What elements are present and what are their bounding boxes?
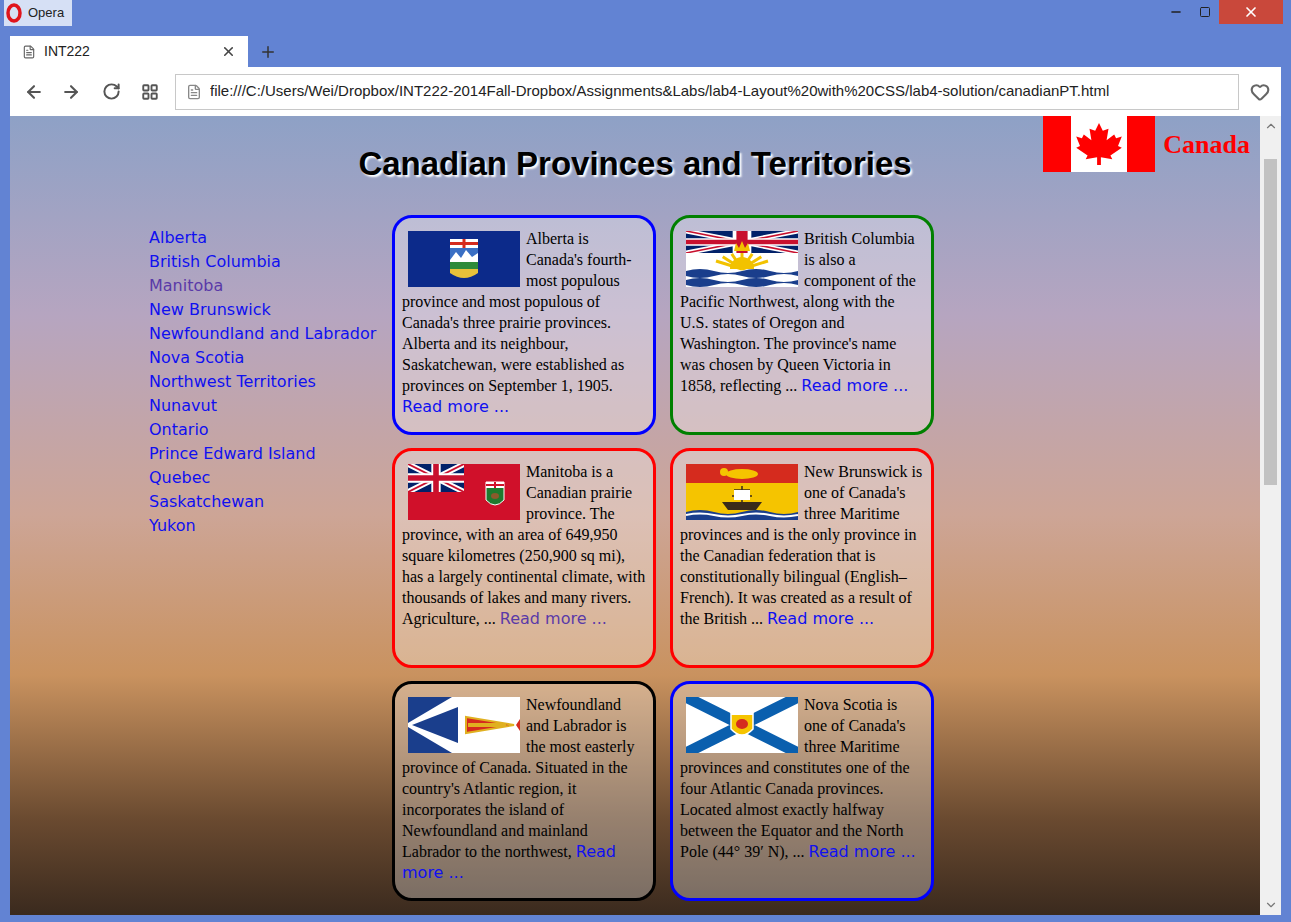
flag-image <box>686 697 798 753</box>
tab-strip: INT222 <box>0 30 1291 67</box>
province-card: British Columbia is also a component of … <box>670 215 934 435</box>
speed-dial-icon[interactable] <box>141 83 159 101</box>
maximize-icon <box>1199 6 1211 18</box>
province-nav: Alberta British Columbia Manitoba New Bruns… <box>149 215 392 538</box>
page-icon <box>186 84 202 100</box>
nav-item: Yukon <box>149 514 392 538</box>
brand-logo[interactable]: Canada <box>1043 128 1250 160</box>
title-bar: Opera <box>0 0 1291 30</box>
flag-image <box>408 464 520 520</box>
nav-link[interactable]: Quebec <box>149 468 210 487</box>
province-card: Alberta is Canada's fourth-most populous… <box>392 215 656 435</box>
page-icon <box>22 45 36 59</box>
nav-link[interactable]: Alberta <box>149 228 207 247</box>
address-field[interactable]: file:///C:/Users/Wei/Dropbox/INT222-2014… <box>175 74 1239 110</box>
nav-link[interactable]: Ontario <box>149 420 209 439</box>
nova-scotia-flag-icon <box>686 697 798 753</box>
browser-tab[interactable]: INT222 <box>10 36 248 67</box>
british-columbia-flag-icon <box>686 231 798 287</box>
province-card: Nova Scotia is one of Canada's three Mar… <box>670 681 934 901</box>
read-more-link[interactable]: Read more ... <box>402 397 509 416</box>
nav-item: Nunavut <box>149 394 392 418</box>
nav-item: Quebec <box>149 466 392 490</box>
nav-link[interactable]: Northwest Territories <box>149 372 316 391</box>
nav-link[interactable]: Newfoundland and Labrador <box>149 324 376 343</box>
maximize-button[interactable] <box>1191 0 1219 24</box>
bookmark-button[interactable] <box>1239 82 1281 102</box>
nav-link[interactable]: Saskatchewan <box>149 492 264 511</box>
newfoundland-flag-icon <box>408 697 520 753</box>
read-more-link[interactable]: Read more ... <box>809 842 916 861</box>
manitoba-flag-icon <box>408 464 520 520</box>
opera-logo-icon <box>6 3 22 23</box>
back-icon[interactable] <box>24 82 44 102</box>
new-brunswick-flag-icon <box>686 464 798 520</box>
minimize-icon <box>1169 5 1183 19</box>
province-card: New Brunswick is one of Canada's three M… <box>670 448 934 668</box>
nav-link[interactable]: New Brunswick <box>149 300 271 319</box>
nav-item: Newfoundland and Labrador <box>149 322 392 346</box>
page-body: Alberta British Columbia Manitoba New Bruns… <box>10 215 1260 901</box>
read-more-link[interactable]: Read more ... <box>767 609 874 628</box>
card-grid: Alberta is Canada's fourth-most populous… <box>392 215 934 901</box>
viewport: Canadian Provinces and Territories Canada… <box>10 116 1281 915</box>
minimize-button[interactable] <box>1161 0 1191 24</box>
nav-item: Alberta <box>149 226 392 250</box>
nav-link[interactable]: Yukon <box>149 516 196 535</box>
heart-icon <box>1250 82 1270 102</box>
toolbar: file:///C:/Users/Wei/Dropbox/INT222-2014… <box>10 67 1281 116</box>
nav-link[interactable]: Prince Edward Island <box>149 444 316 463</box>
flag-image <box>408 231 520 287</box>
read-more-link[interactable]: Read more ... <box>801 376 908 395</box>
close-button[interactable] <box>1219 0 1283 24</box>
nav-link[interactable]: Manitoba <box>149 276 223 295</box>
reload-icon[interactable] <box>102 82 121 101</box>
app-title: Opera <box>4 0 72 26</box>
nav-item: Nova Scotia <box>149 346 392 370</box>
scrollbar[interactable] <box>1260 116 1281 915</box>
flag-image <box>686 231 798 287</box>
nav-item: New Brunswick <box>149 298 392 322</box>
nav-link[interactable]: Nova Scotia <box>149 348 244 367</box>
forward-icon[interactable] <box>61 82 81 102</box>
plus-icon <box>259 43 277 61</box>
flag-image <box>686 464 798 520</box>
page-header: Canadian Provinces and Territories Canada <box>10 116 1260 215</box>
page-heading: Canadian Provinces and Territories <box>358 144 911 215</box>
nav-link[interactable]: Nunavut <box>149 396 217 415</box>
browser-window: Opera INT222 file:///C:/Users/Wei/Dropbox/… <box>0 0 1291 922</box>
canada-flag-icon <box>1043 116 1155 172</box>
tab-close-icon[interactable] <box>221 44 236 59</box>
scroll-down-icon[interactable] <box>1264 898 1278 912</box>
scroll-track <box>1260 136 1281 895</box>
nav-item: Manitoba <box>149 274 392 298</box>
nav-item: Saskatchewan <box>149 490 392 514</box>
nav-item: Northwest Territories <box>149 370 392 394</box>
scroll-thumb[interactable] <box>1264 159 1277 485</box>
read-more-link[interactable]: Read more ... <box>500 609 607 628</box>
alberta-flag-icon <box>408 231 520 287</box>
nav-item: Prince Edward Island <box>149 442 392 466</box>
nav-item: British Columbia <box>149 250 392 274</box>
flag-image <box>408 697 520 753</box>
nav-item: Ontario <box>149 418 392 442</box>
province-card: Manitoba is a Canadian prairie province.… <box>392 448 656 668</box>
page: Canadian Provinces and Territories Canada… <box>10 116 1260 915</box>
close-icon <box>1243 4 1259 20</box>
nav-link[interactable]: British Columbia <box>149 252 281 271</box>
scroll-up-icon[interactable] <box>1264 119 1278 133</box>
new-tab-button[interactable] <box>248 36 288 67</box>
province-card: Newfoundland and Labrador is the most ea… <box>392 681 656 901</box>
